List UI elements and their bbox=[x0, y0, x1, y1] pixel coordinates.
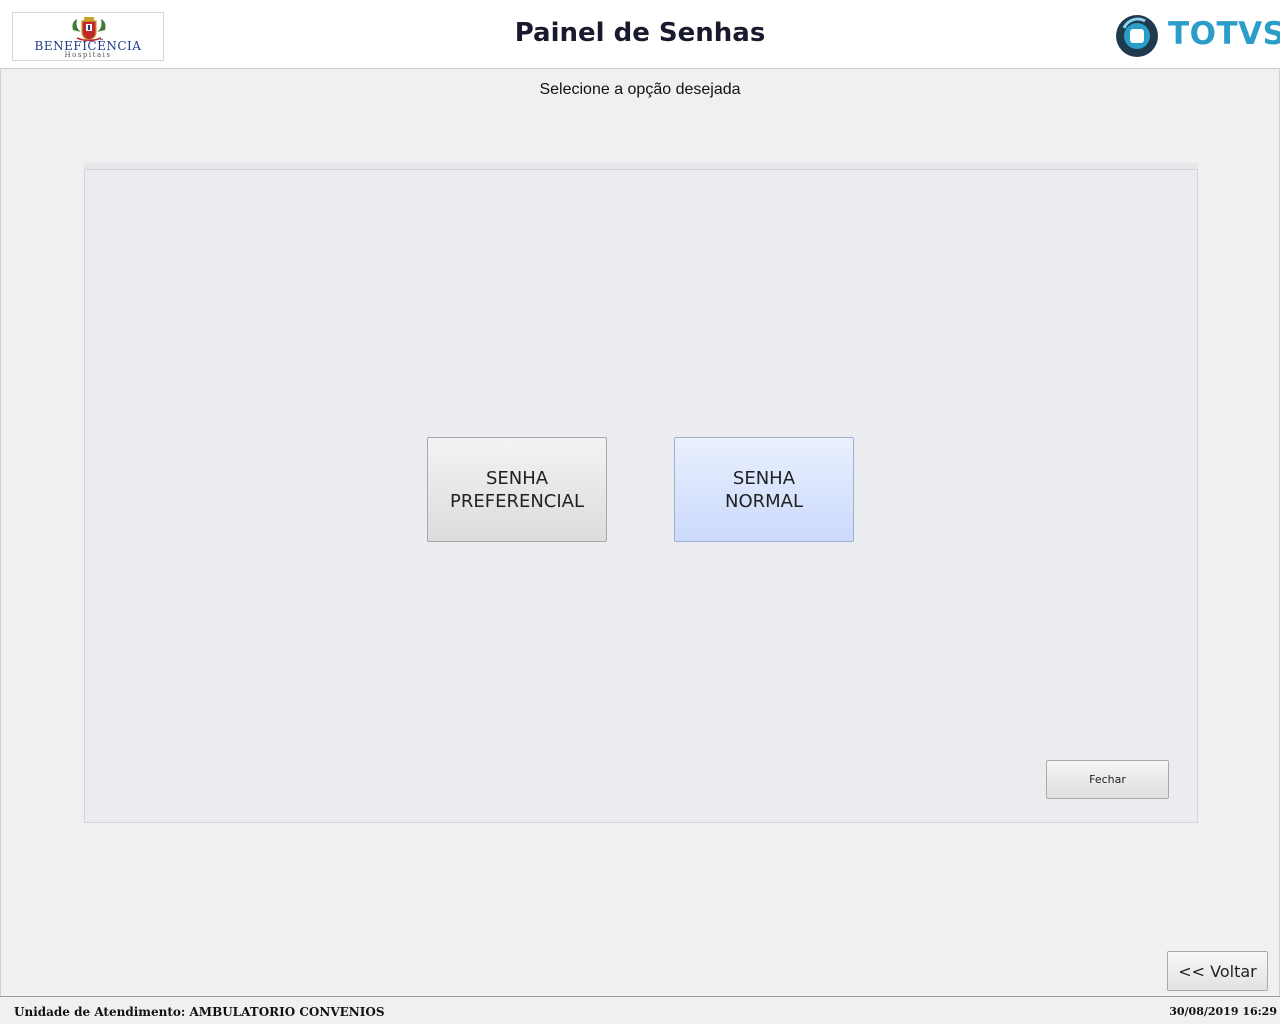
senha-preferencial-line2: PREFERENCIAL bbox=[449, 490, 585, 512]
header: BENEFICÊNCIA Hospitais Painel de Senhas … bbox=[0, 0, 1280, 68]
totvs-logo-icon bbox=[1116, 15, 1158, 57]
senha-normal-line2: NORMAL bbox=[724, 490, 803, 512]
status-datetime: 30/08/2019 16:29 bbox=[1169, 1005, 1277, 1018]
main-area: Selecione a opção desejada SENHA PREFERE… bbox=[0, 68, 1280, 996]
senha-preferencial-line1: SENHA bbox=[485, 467, 549, 489]
page-title: Painel de Senhas bbox=[514, 18, 766, 48]
senha-normal-line1: SENHA bbox=[732, 467, 796, 489]
instruction-text: Selecione a opção desejada bbox=[539, 81, 741, 98]
senha-preferencial-button[interactable]: SENHA PREFERENCIAL bbox=[427, 437, 607, 542]
options-panel: SENHA PREFERENCIAL SENHA NORMAL Fechar bbox=[84, 169, 1198, 823]
status-bar: Unidade de Atendimento: AMBULATORIO CONV… bbox=[0, 996, 1280, 1024]
totvs-logo: TOTVS bbox=[1114, 14, 1280, 60]
totvs-logo-text: TOTVS bbox=[1168, 16, 1280, 52]
logo-left-subtitle: Hospitais bbox=[64, 51, 112, 59]
fechar-button[interactable]: Fechar bbox=[1046, 760, 1169, 799]
voltar-button[interactable]: << Voltar bbox=[1167, 951, 1268, 991]
senha-normal-button[interactable]: SENHA NORMAL bbox=[674, 437, 854, 542]
status-unit: Unidade de Atendimento: AMBULATORIO CONV… bbox=[14, 1005, 385, 1019]
